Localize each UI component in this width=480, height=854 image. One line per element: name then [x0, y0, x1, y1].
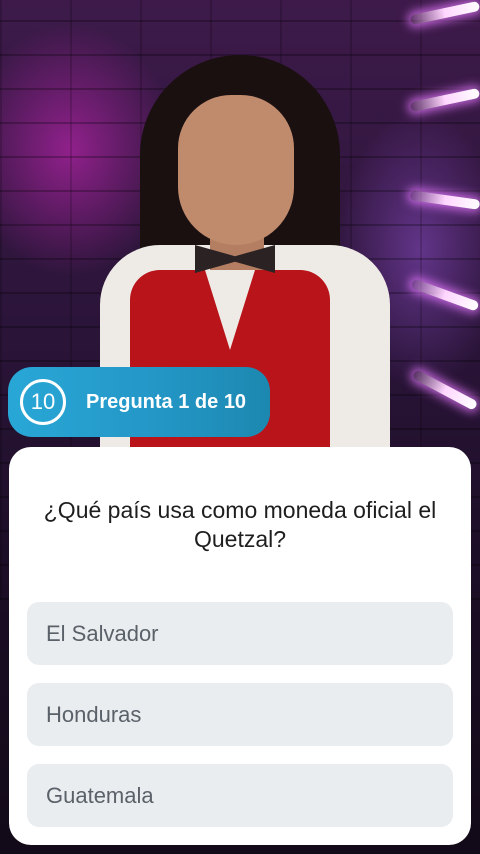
question-text: ¿Qué país usa como moneda oficial el Que… — [43, 497, 437, 552]
answer-option-el-salvador[interactable]: El Salvador — [27, 602, 453, 665]
question-progress-badge: 10 Pregunta 1 de 10 — [8, 367, 270, 437]
answer-option-honduras[interactable]: Honduras — [27, 683, 453, 746]
question-progress-label: Pregunta 1 de 10 — [86, 390, 247, 413]
question-card: ¿Qué país usa como moneda oficial el Que… — [9, 447, 471, 845]
answer-option-guatemala[interactable]: Guatemala — [27, 764, 453, 827]
countdown-timer: 10 — [20, 379, 66, 425]
